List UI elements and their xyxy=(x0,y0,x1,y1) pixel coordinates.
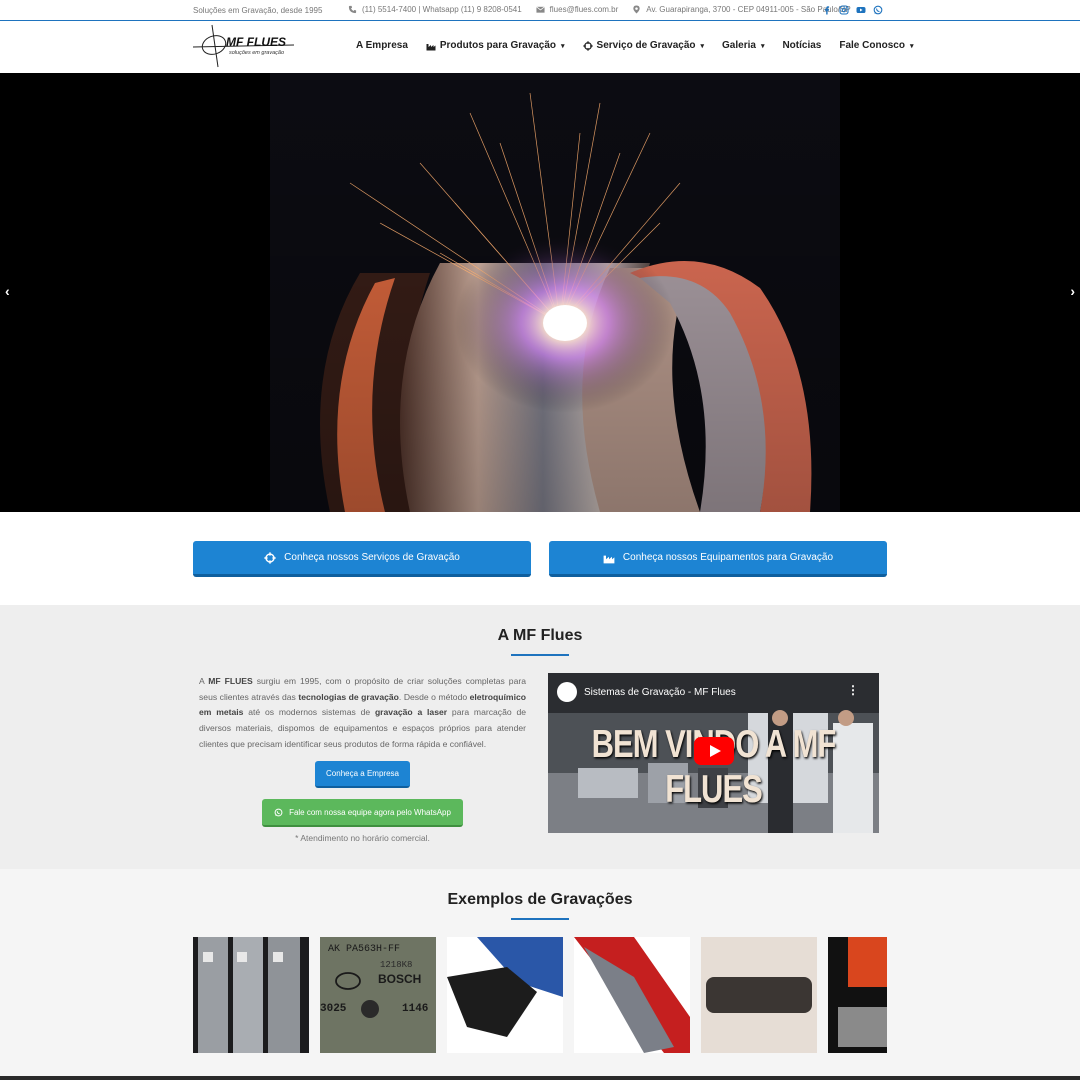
whatsapp-button[interactable]: Fale com nossa equipe agora pelo WhatsAp… xyxy=(262,799,463,827)
phone-contact[interactable]: (11) 5514-7400 | Whatsapp (11) 9 8208-05… xyxy=(348,5,522,14)
about-text: A MF FLUES surgiu em 1995, com o propósi… xyxy=(199,674,526,753)
whatsapp-icon xyxy=(274,808,283,816)
cta-row: Conheça nossos Serviços de Gravação Conh… xyxy=(193,541,887,577)
video-banner-text: BEM VINDO A MF FLUES xyxy=(591,722,837,811)
chevron-down-icon: ▾ xyxy=(909,42,914,50)
phone-text: (11) 5514-7400 | Whatsapp (11) 9 8208-05… xyxy=(362,5,522,14)
services-cta-button[interactable]: Conheça nossos Serviços de Gravação xyxy=(193,541,531,577)
factory-icon xyxy=(603,555,615,563)
nav-label: Produtos para Gravação xyxy=(439,40,557,51)
email-text: flues@flues.com.br xyxy=(549,5,619,14)
hero-image-laser-engraving xyxy=(0,73,1080,512)
nav-noticias[interactable]: Notícias xyxy=(782,40,821,51)
slider-next-arrow[interactable]: › xyxy=(1070,283,1075,299)
site-header: MF FLUES soluções em gravação A Empresa … xyxy=(0,21,1080,73)
nav-contato[interactable]: Fale Conosco ▾ xyxy=(839,40,913,51)
address-text: Av. Guarapiranga, 3700 - CEP 04911-005 -… xyxy=(646,5,851,14)
nav-label: Fale Conosco xyxy=(839,40,905,51)
example-thumb-6[interactable] xyxy=(828,937,887,1053)
nav-label: Galeria xyxy=(722,40,756,51)
whatsapp-icon[interactable] xyxy=(873,5,883,15)
engraved-text: 1146 xyxy=(402,1003,428,1015)
nav-empresa[interactable]: A Empresa xyxy=(356,40,408,51)
title-underline xyxy=(511,654,569,656)
nav-label: Serviço de Gravação xyxy=(596,40,696,51)
factory-icon xyxy=(426,43,436,50)
nav-label: A Empresa xyxy=(356,40,408,51)
whatsapp-button-label: Fale com nossa equipe agora pelo WhatsAp… xyxy=(289,807,451,817)
instagram-icon[interactable] xyxy=(839,5,849,15)
nav-galeria[interactable]: Galeria ▾ xyxy=(722,40,764,51)
video-title[interactable]: Sistemas de Gravação - MF Flues xyxy=(584,687,736,698)
chevron-down-icon: ▾ xyxy=(760,42,765,50)
top-bar: Soluções em Gravação, desde 1995 (11) 55… xyxy=(0,0,1080,21)
phone-icon xyxy=(348,5,357,14)
nav-label: Notícias xyxy=(782,40,822,51)
logo-mark: MF FLUES soluções em gravação xyxy=(192,24,295,68)
chevron-down-icon: ▾ xyxy=(700,42,705,50)
facebook-icon[interactable] xyxy=(822,5,832,15)
youtube-video-embed[interactable]: Sistemas de Gravação - MF Flues ⋮ BEM VI… xyxy=(548,673,879,833)
text-bold: MF FLUES xyxy=(208,676,253,686)
engraved-text: BOSCH xyxy=(378,972,421,986)
example-thumb-5[interactable] xyxy=(701,937,817,1053)
text-bold: gravação a laser xyxy=(374,707,448,718)
services-cta-label: Conheça nossos Serviços de Gravação xyxy=(284,552,460,563)
examples-title: Exemplos de Gravações xyxy=(447,891,633,908)
slider-prev-arrow[interactable]: ‹ xyxy=(5,283,10,299)
nav-servico[interactable]: Serviço de Gravação ▾ xyxy=(582,40,705,51)
title-underline xyxy=(511,918,569,920)
hero-slider: ‹ › xyxy=(0,73,1080,512)
footer-strip xyxy=(0,1076,1080,1080)
engraved-text: 3025 xyxy=(320,1003,347,1015)
chevron-down-icon: ▾ xyxy=(561,42,565,50)
text-bold: tecnologias de gravação xyxy=(298,691,399,702)
whatsapp-note: * Atendimento no horário comercial. xyxy=(295,833,430,843)
channel-avatar[interactable] xyxy=(557,682,577,702)
social-links xyxy=(822,5,883,15)
example-thumb-4[interactable] xyxy=(574,937,690,1053)
engraved-text: 1218K8 xyxy=(380,960,412,970)
site-logo[interactable]: MF FLUES soluções em gravação xyxy=(192,23,296,69)
example-thumb-2[interactable]: AK PA563H-FF 1218K8 BOSCH 3025 1146 xyxy=(320,937,436,1053)
examples-section: Exemplos de Gravações AK PA563H-FF 1218K… xyxy=(0,869,1080,1080)
more-vertical-icon[interactable]: ⋮ xyxy=(847,683,859,697)
equipment-cta-label: Conheça nossos Equipamentos para Gravaçã… xyxy=(622,552,834,563)
about-section: A MF Flues A MF FLUES surgiu em 1995, co… xyxy=(0,605,1080,869)
text-part: até os modernos sistemas de xyxy=(243,707,375,718)
text-part: . Desde o método xyxy=(398,691,470,702)
svg-text:MF FLUES: MF FLUES xyxy=(226,35,286,49)
play-button-icon[interactable] xyxy=(694,737,734,765)
example-thumb-3[interactable] xyxy=(447,937,563,1053)
envelope-icon xyxy=(535,6,545,13)
example-thumb-1[interactable] xyxy=(193,937,309,1053)
top-contacts: (11) 5514-7400 | Whatsapp (11) 9 8208-05… xyxy=(348,5,851,14)
tagline: Soluções em Gravação, desde 1995 xyxy=(193,6,323,15)
company-button[interactable]: Conheça a Empresa xyxy=(315,761,410,788)
examples-carousel: AK PA563H-FF 1218K8 BOSCH 3025 1146 xyxy=(193,937,887,1054)
nav-produtos[interactable]: Produtos para Gravação ▾ xyxy=(426,40,565,51)
text-part: A xyxy=(199,676,209,686)
crosshair-icon xyxy=(264,551,276,564)
address-contact: Av. Guarapiranga, 3700 - CEP 04911-005 -… xyxy=(632,5,851,14)
engraved-text: AK PA563H-FF xyxy=(328,944,400,955)
equipment-cta-button[interactable]: Conheça nossos Equipamentos para Gravaçã… xyxy=(549,541,887,577)
map-pin-icon xyxy=(633,5,640,14)
main-nav: A Empresa Produtos para Gravação ▾ Serviç… xyxy=(356,40,913,51)
svg-text:soluções em gravação: soluções em gravação xyxy=(229,50,284,56)
about-title: A MF Flues xyxy=(497,627,583,644)
email-contact[interactable]: flues@flues.com.br xyxy=(535,5,619,14)
youtube-icon[interactable] xyxy=(856,5,866,15)
crosshair-icon xyxy=(582,40,593,51)
